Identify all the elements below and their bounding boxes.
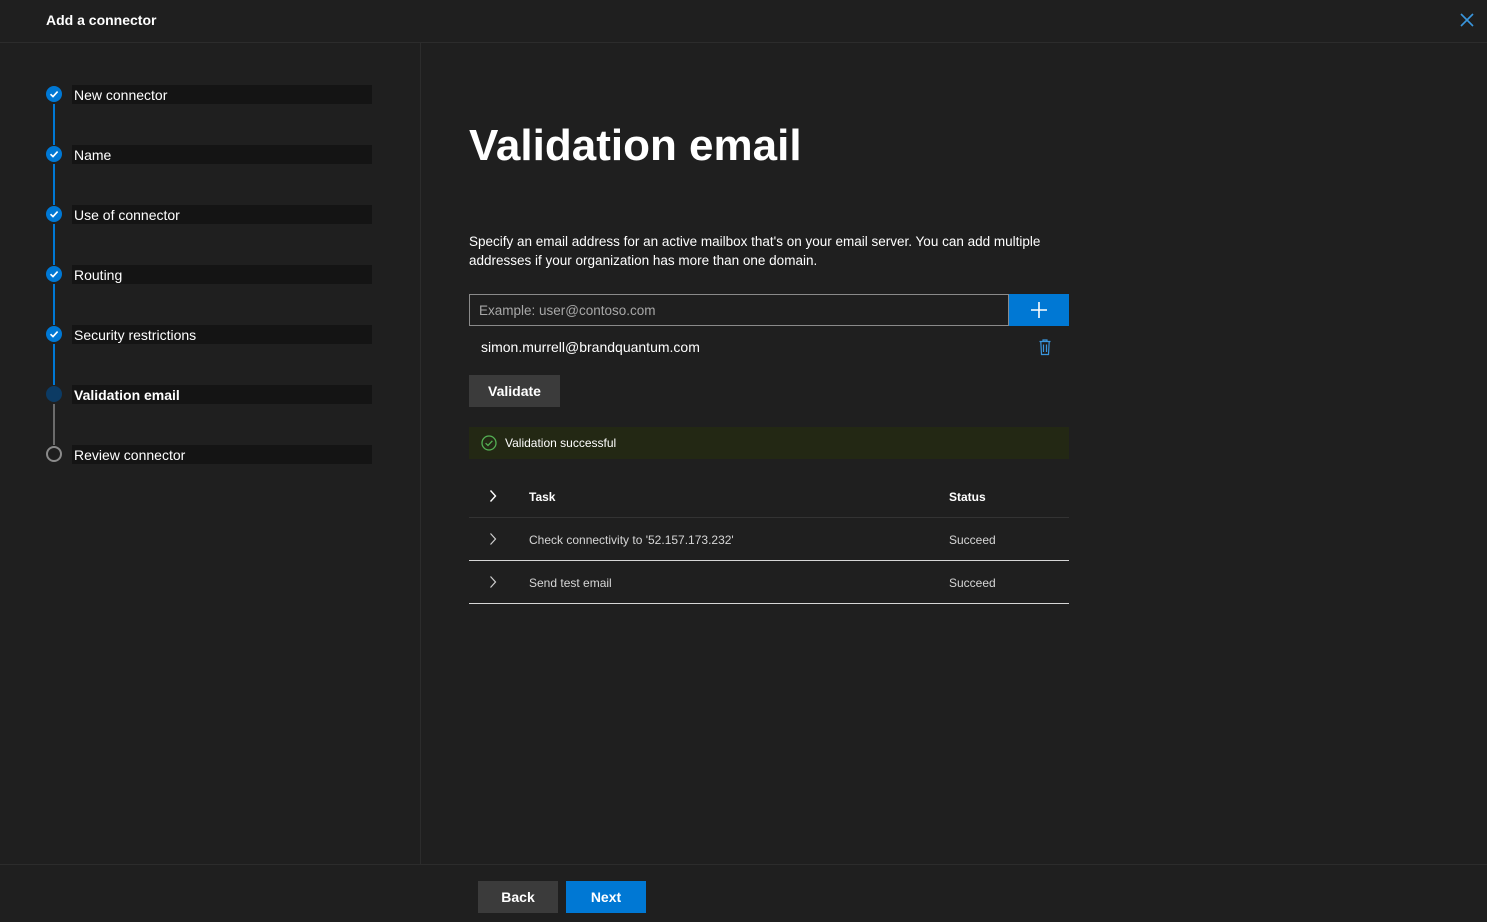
chevron-right-icon[interactable] — [488, 575, 498, 589]
delete-email-button[interactable] — [1037, 338, 1053, 356]
step-current-icon — [46, 386, 62, 402]
chevron-right-icon[interactable] — [488, 532, 498, 546]
step-label: Name — [74, 147, 112, 163]
expand-all-chevron-icon[interactable] — [488, 489, 498, 503]
validate-button[interactable]: Validate — [469, 375, 560, 407]
step-security-restrictions[interactable]: Security restrictions — [46, 325, 372, 344]
step-connector — [53, 224, 55, 265]
back-button[interactable]: Back — [478, 881, 558, 913]
step-pending-icon — [46, 446, 62, 462]
column-header-status[interactable]: Status — [949, 490, 986, 504]
page-description: Specify an email address for an active m… — [469, 234, 1041, 268]
add-email-button[interactable] — [1009, 294, 1069, 326]
step-connector — [53, 404, 55, 445]
validation-message: Validation successful — [505, 436, 617, 450]
close-icon — [1460, 13, 1474, 27]
validation-success-banner: Validation successful — [469, 427, 1069, 459]
table-row[interactable]: Check connectivity to '52.157.173.232' S… — [469, 518, 1069, 561]
step-name[interactable]: Name — [46, 145, 372, 164]
plus-icon — [1031, 302, 1047, 318]
status-cell: Succeed — [949, 576, 996, 590]
trash-icon — [1039, 339, 1051, 356]
table-header-row: Task Status — [469, 476, 1069, 518]
step-validation-email[interactable]: Validation email — [46, 385, 372, 404]
step-use-of-connector[interactable]: Use of connector — [46, 205, 372, 224]
close-button[interactable] — [1457, 10, 1477, 30]
dialog-title: Add a connector — [46, 12, 157, 28]
task-cell: Send test email — [529, 576, 612, 590]
dialog-header: Add a connector — [0, 0, 1487, 43]
step-complete-icon — [46, 86, 62, 102]
next-button[interactable]: Next — [566, 881, 646, 913]
step-complete-icon — [46, 326, 62, 342]
step-label: Review connector — [74, 447, 186, 463]
step-new-connector[interactable]: New connector — [46, 85, 372, 104]
success-check-icon — [481, 435, 497, 451]
step-connector — [53, 344, 55, 385]
task-cell: Check connectivity to '52.157.173.232' — [529, 533, 734, 547]
page-title: Validation email — [469, 121, 802, 170]
step-connector — [53, 284, 55, 325]
step-review-connector[interactable]: Review connector — [46, 445, 372, 464]
table-row[interactable]: Send test email Succeed — [469, 561, 1069, 604]
step-label: Use of connector — [74, 207, 180, 223]
status-cell: Succeed — [949, 533, 996, 547]
column-header-task[interactable]: Task — [529, 490, 555, 504]
step-complete-icon — [46, 266, 62, 282]
dialog-footer: Back Next — [0, 864, 1487, 922]
step-label: Routing — [74, 267, 123, 283]
email-list-item: simon.murrell@brandquantum.com — [481, 339, 700, 355]
step-label: Security restrictions — [74, 327, 197, 343]
step-connector — [53, 104, 55, 145]
step-routing[interactable]: Routing — [46, 265, 372, 284]
step-complete-icon — [46, 146, 62, 162]
validation-tasks-table: Task Status Check connectivity to '52.15… — [469, 476, 1069, 604]
step-label: Validation email — [74, 387, 180, 403]
step-connector — [53, 164, 55, 205]
step-complete-icon — [46, 206, 62, 222]
step-label: New connector — [74, 87, 168, 103]
email-input[interactable] — [469, 294, 1009, 326]
